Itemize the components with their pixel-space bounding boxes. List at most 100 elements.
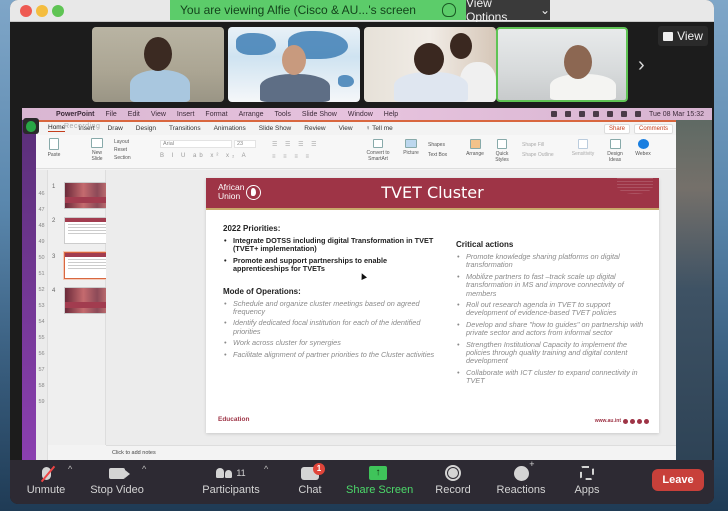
quick-styles-button[interactable]: Quick Styles <box>492 139 512 163</box>
line-number: 54 <box>38 319 45 325</box>
webex-icon <box>637 139 649 149</box>
video-tile-participant-3[interactable] <box>364 27 496 102</box>
participant-body <box>550 74 616 100</box>
view-options-button[interactable]: View Options ⌄ <box>466 0 550 24</box>
map-decoration <box>338 75 354 87</box>
audio-options-caret[interactable]: ^ <box>68 464 72 474</box>
participant-head <box>414 43 444 75</box>
tab-animations[interactable]: Animations <box>214 125 246 132</box>
view-layout-button[interactable]: View <box>658 26 708 46</box>
stop-video-button[interactable]: Stop Video <box>90 464 144 496</box>
ppt-comments-button[interactable]: Comments <box>634 124 674 134</box>
operations-list: Schedule and organize cluster meetings b… <box>223 299 445 360</box>
video-tile-participant-4[interactable] <box>496 27 628 102</box>
quick-styles-label: Quick Styles <box>495 151 509 163</box>
alignment-buttons[interactable]: ≡ ≡ ≡ ≡ <box>272 154 312 160</box>
recording-shield-icon <box>23 118 39 134</box>
slide-thumbnail-2[interactable] <box>64 217 112 244</box>
critical-action-item: Promote knowledge sharing platforms on d… <box>456 252 646 270</box>
video-tile-participant-2[interactable] <box>228 27 360 102</box>
apps-button[interactable]: Apps <box>572 464 602 496</box>
tab-view[interactable]: View <box>339 125 353 132</box>
outline-line-numbers: 46 47 48 49 50 51 52 53 54 55 56 57 58 5… <box>36 170 48 460</box>
desktop-wallpaper <box>676 120 712 460</box>
menubar-item: Help <box>383 110 399 118</box>
line-number <box>36 170 47 186</box>
tab-design[interactable]: Design <box>136 125 156 132</box>
tell-me-search[interactable]: ♀ Tell me <box>366 125 393 132</box>
current-slide[interactable]: African Union TVET Cluster 2022 Prioriti… <box>206 178 659 433</box>
wifi-icon <box>621 111 627 117</box>
new-slide-label: New Slide <box>91 150 103 162</box>
record-button[interactable]: Record <box>434 464 472 496</box>
header-decoration <box>617 178 653 194</box>
chat-button[interactable]: 1 Chat <box>296 462 325 496</box>
reset-button[interactable]: Reset <box>114 146 131 154</box>
maximize-window-button[interactable] <box>52 5 64 17</box>
convert-smartart-button[interactable]: Convert to SmartArt <box>364 139 392 162</box>
slide-thumbnail-3-selected[interactable] <box>64 252 112 279</box>
webex-button[interactable]: Webex <box>632 139 654 157</box>
tab-slide-show[interactable]: Slide Show <box>259 125 292 132</box>
layout-button[interactable]: Layout <box>114 138 131 146</box>
critical-action-item: Roll out research agenda in TVET to supp… <box>456 300 646 318</box>
tab-draw[interactable]: Draw <box>108 125 123 132</box>
participants-options-caret[interactable]: ^ <box>264 464 268 474</box>
shape-fill-button[interactable]: Shape Fill <box>522 140 554 150</box>
slide-thumbnail-4[interactable] <box>64 287 112 314</box>
menubar-clock: Tue 08 Mar 15:32 <box>649 110 704 118</box>
chevron-right-icon[interactable]: › <box>638 54 645 77</box>
shape-outline-button[interactable]: Shape Outline <box>522 150 554 160</box>
title-bar: You are viewing Alfie (Cisco & AU...'s s… <box>10 0 714 24</box>
design-ideas-button[interactable]: Design Ideas <box>604 139 626 163</box>
text-box-button[interactable]: Text Box <box>428 150 447 160</box>
slide-footer-links: www.au.int <box>595 418 649 424</box>
tab-home[interactable]: Home <box>48 124 66 132</box>
convert-smartart-label: Convert to SmartArt <box>366 150 390 162</box>
picture-button[interactable]: Picture <box>400 139 422 156</box>
slide-thumbnail-1[interactable] <box>64 182 112 209</box>
minimize-window-button[interactable] <box>36 5 48 17</box>
shapes-button[interactable]: Shapes <box>428 140 447 150</box>
reactions-label: Reactions <box>496 484 546 496</box>
close-window-button[interactable] <box>20 5 32 17</box>
ppt-share-button[interactable]: Share <box>604 124 631 134</box>
priorities-heading: 2022 Priorities: <box>223 224 281 233</box>
menubar-item: File <box>105 110 117 118</box>
paste-button[interactable]: Paste <box>44 138 64 158</box>
view-layout-label: View <box>677 29 703 43</box>
sensitivity-label: Sensitivity <box>571 151 595 157</box>
reactions-button[interactable]: Reactions <box>496 459 546 497</box>
stop-video-label: Stop Video <box>90 484 144 496</box>
line-number: 50 <box>38 255 45 261</box>
list-buttons[interactable]: ☰ ☰ ☰ ☰ <box>272 141 320 148</box>
tab-review[interactable]: Review <box>304 125 325 132</box>
comments-label: Comments <box>639 126 669 132</box>
participants-button[interactable]: 11 Participants <box>200 464 262 496</box>
menubar-item: View <box>150 110 166 118</box>
font-name-select[interactable]: Arial <box>160 140 232 148</box>
arrange-button[interactable]: Arrange <box>464 139 486 157</box>
participant-body <box>260 74 330 102</box>
new-slide-icon <box>91 138 103 148</box>
operations-heading: Mode of Operations: <box>223 286 301 296</box>
new-slide-button[interactable]: New Slide <box>86 138 108 162</box>
font-size-select[interactable]: 23 <box>234 140 256 148</box>
smiley-plus-icon <box>513 459 535 481</box>
section-button[interactable]: Section <box>114 154 131 162</box>
video-options-caret[interactable]: ^ <box>142 464 146 474</box>
video-tile-participant-1[interactable] <box>92 27 224 102</box>
leave-meeting-button[interactable]: Leave <box>652 469 704 491</box>
notes-pane[interactable]: Click to add notes <box>106 445 676 460</box>
share-screen-button[interactable]: ↑ Share Screen <box>346 464 413 496</box>
text-format-buttons[interactable]: B I U ab x² x₂ A <box>160 153 249 159</box>
tell-me-label: Tell me <box>372 124 393 132</box>
tab-transitions[interactable]: Transitions <box>169 125 201 132</box>
critical-actions-heading: Critical actions <box>456 240 514 249</box>
unmute-button[interactable]: Unmute <box>26 464 66 496</box>
footer-url: www.au.int <box>594 418 621 424</box>
critical-action-item: Strengthen Institutional Capacity to imp… <box>456 340 646 366</box>
microphone-muted-icon <box>40 465 55 482</box>
line-number: 55 <box>38 335 45 341</box>
sensitivity-button[interactable]: Sensitivity <box>570 139 596 157</box>
